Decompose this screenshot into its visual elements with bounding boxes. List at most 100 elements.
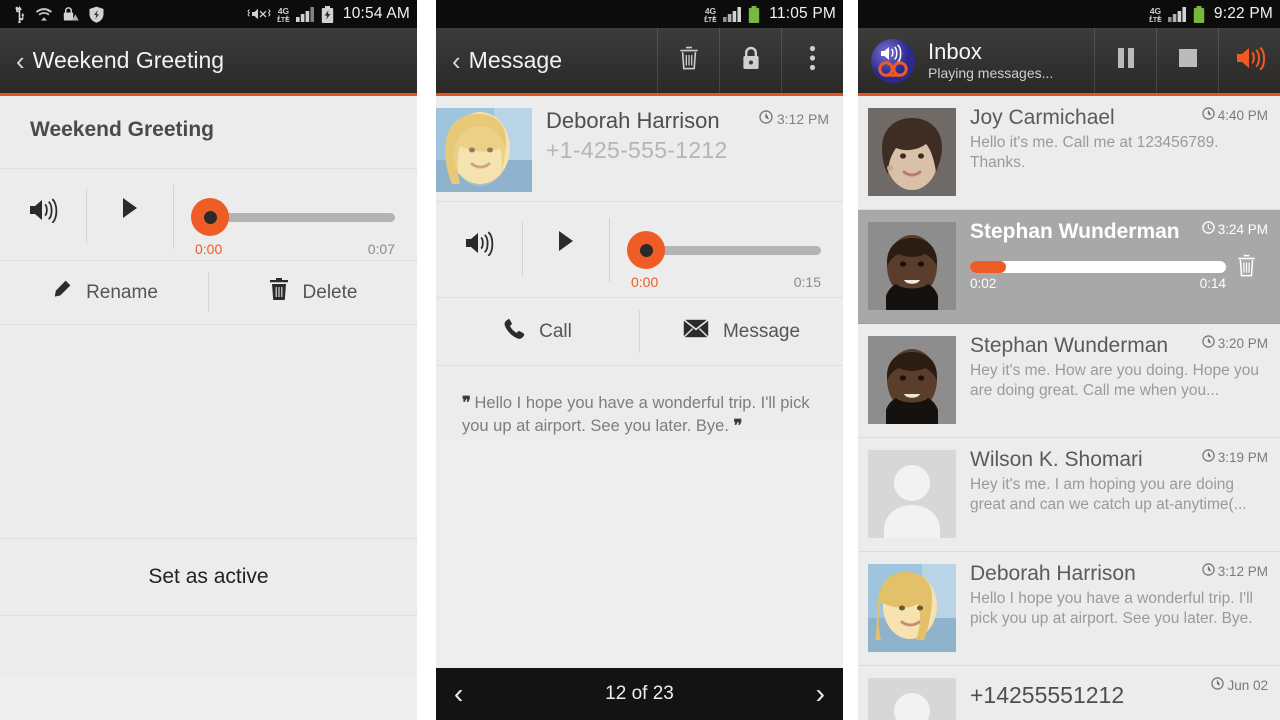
contact-phone: +1-425-555-1212 bbox=[546, 137, 728, 163]
message-button[interactable]: Message bbox=[640, 298, 843, 365]
next-message-button[interactable]: › bbox=[816, 680, 825, 708]
progress-track[interactable] bbox=[970, 260, 1226, 273]
timestamp: 3:20 PM bbox=[1201, 335, 1268, 351]
speaker-icon bbox=[28, 197, 58, 228]
clock-icon bbox=[759, 110, 773, 127]
battery-full-icon bbox=[1193, 5, 1205, 23]
rename-label: Rename bbox=[86, 281, 158, 303]
call-button[interactable]: Call bbox=[436, 298, 639, 365]
back-button-panel1[interactable]: ‹ Weekend Greeting bbox=[0, 47, 417, 74]
speaker-button[interactable] bbox=[1218, 28, 1280, 93]
greeting-title: Weekend Greeting bbox=[0, 96, 417, 169]
pause-button[interactable] bbox=[1094, 28, 1156, 93]
phone-panel-message: 4G LTE 11:05 PM ‹ Message Deborah Harris… bbox=[436, 0, 843, 720]
clock-icon bbox=[1201, 449, 1215, 465]
seek-knob[interactable] bbox=[173, 185, 229, 249]
speaker-icon bbox=[1235, 46, 1265, 75]
network-4glte-icon: 4G LTE bbox=[1148, 6, 1163, 23]
lock-button-panel2[interactable] bbox=[719, 28, 781, 93]
signal-bars-icon bbox=[1167, 6, 1188, 22]
stop-button[interactable] bbox=[1156, 28, 1218, 93]
seek-knob[interactable] bbox=[609, 218, 665, 282]
snippet: Hey it's me. How are you doing. Hope you… bbox=[970, 362, 1259, 399]
progress-fill bbox=[970, 260, 1006, 273]
usb-icon bbox=[13, 5, 26, 23]
status-bar-panel2: 4G LTE 11:05 PM bbox=[436, 0, 843, 28]
visual-voicemail-logo-icon bbox=[870, 38, 916, 84]
delete-button[interactable]: Delete bbox=[209, 261, 417, 324]
chevron-left-icon: ‹ bbox=[452, 45, 461, 76]
avatar bbox=[868, 564, 956, 652]
svg-text:?: ? bbox=[46, 9, 50, 16]
delete-button-panel2[interactable] bbox=[657, 28, 719, 93]
svg-text:4G: 4G bbox=[278, 6, 290, 16]
avatar bbox=[868, 108, 956, 196]
list-item[interactable]: Deborah Harrison Hello I hope you have a… bbox=[858, 552, 1280, 666]
volume-button-panel2[interactable] bbox=[436, 218, 522, 261]
play-button-panel2[interactable] bbox=[523, 218, 609, 257]
signal-bars-icon bbox=[295, 6, 316, 22]
battery-full-icon bbox=[748, 5, 760, 23]
phone-panel-greeting: ? 4G LTE 10:54 AM ‹ Weekend Greeting Week… bbox=[0, 0, 417, 720]
empty-space-bottom bbox=[0, 616, 417, 676]
panel-gutter-2 bbox=[843, 0, 858, 720]
contact-header[interactable]: Deborah Harrison +1-425-555-1212 3:12 PM bbox=[436, 96, 843, 202]
avatar bbox=[868, 336, 956, 424]
overflow-button-panel2[interactable] bbox=[781, 28, 843, 93]
message-actions: Call Message bbox=[436, 298, 843, 366]
inbox-subtitle: Playing messages... bbox=[928, 65, 1054, 81]
set-as-active-button[interactable]: Set as active bbox=[0, 538, 417, 616]
delete-label: Delete bbox=[302, 281, 358, 303]
seek-track[interactable] bbox=[639, 246, 821, 255]
inline-player[interactable]: 0:02 0:14 bbox=[970, 254, 1266, 297]
play-button-panel1[interactable] bbox=[87, 185, 173, 224]
wifi-question-icon: ? bbox=[35, 7, 53, 22]
rename-button[interactable]: Rename bbox=[0, 261, 208, 324]
timestamp: 3:12 PM bbox=[1201, 563, 1268, 579]
transcript: ❞ Hello I hope you have a wonderful trip… bbox=[436, 366, 843, 438]
list-item-selected[interactable]: Stephan Wunderman 0:02 0:14 3:24 PM bbox=[858, 210, 1280, 324]
total-time: 0:07 bbox=[367, 241, 395, 257]
action-bar-panel1: ‹ Weekend Greeting bbox=[0, 28, 417, 96]
trash-icon bbox=[1236, 254, 1257, 283]
back-button-panel2[interactable]: ‹ Message bbox=[436, 47, 657, 74]
list-item[interactable]: Stephan Wunderman Hey it's me. How are y… bbox=[858, 324, 1280, 438]
three-phone-screenshots: ? 4G LTE 10:54 AM ‹ Weekend Greeting Week… bbox=[0, 0, 1280, 720]
timestamp: Jun 02 bbox=[1211, 677, 1268, 693]
svg-text:4G: 4G bbox=[705, 6, 717, 16]
timestamp-text: 3:12 PM bbox=[1217, 563, 1268, 579]
avatar-placeholder bbox=[868, 450, 956, 538]
list-item[interactable]: Wilson K. Shomari Hey it's me. I am hopi… bbox=[858, 438, 1280, 552]
trash-icon bbox=[678, 46, 700, 76]
call-label: Call bbox=[539, 320, 572, 342]
status-bar-panel3: 4G LTE 9:22 PM bbox=[858, 0, 1280, 28]
greeting-actions: Rename Delete bbox=[0, 261, 417, 325]
timestamp: 4:40 PM bbox=[1201, 107, 1268, 123]
inbox-title: Inbox bbox=[928, 39, 982, 64]
message-player: 0:00 0:15 bbox=[436, 202, 843, 298]
volume-button-panel1[interactable] bbox=[0, 185, 86, 228]
message-counter: 12 of 23 bbox=[605, 683, 674, 704]
transcript-text: Hello I hope you have a wonderful trip. … bbox=[462, 394, 810, 435]
seek-track[interactable] bbox=[203, 213, 395, 222]
prev-message-button[interactable]: ‹ bbox=[454, 680, 463, 708]
current-time: 0:02 bbox=[970, 275, 997, 291]
progress-bar[interactable]: 0:02 0:14 bbox=[970, 260, 1226, 291]
empty-space bbox=[0, 325, 417, 538]
delete-button-row[interactable] bbox=[1226, 254, 1266, 297]
message-label: Message bbox=[722, 320, 801, 342]
total-time: 0:14 bbox=[1199, 275, 1226, 291]
phone-icon bbox=[503, 318, 525, 346]
network-4glte-icon: 4G LTE bbox=[703, 6, 718, 23]
list-item[interactable]: Joy Carmichael Hello it's me. Call me at… bbox=[858, 96, 1280, 210]
snippet: Hello I hope you have a wonderful trip. … bbox=[970, 590, 1253, 627]
list-item[interactable]: +14255551212 Jun 02 bbox=[858, 666, 1280, 720]
play-icon bbox=[121, 197, 139, 224]
timestamp-text: Jun 02 bbox=[1227, 677, 1268, 693]
quote-open-icon: ❞ bbox=[462, 394, 471, 412]
status-time: 10:54 AM bbox=[342, 5, 410, 22]
timestamp: 3:24 PM bbox=[1201, 221, 1268, 237]
avatar-placeholder bbox=[868, 678, 956, 720]
snippet: Hello it's me. Call me at 123456789. Tha… bbox=[970, 134, 1219, 171]
timestamp-text: 3:12 PM bbox=[776, 110, 829, 127]
